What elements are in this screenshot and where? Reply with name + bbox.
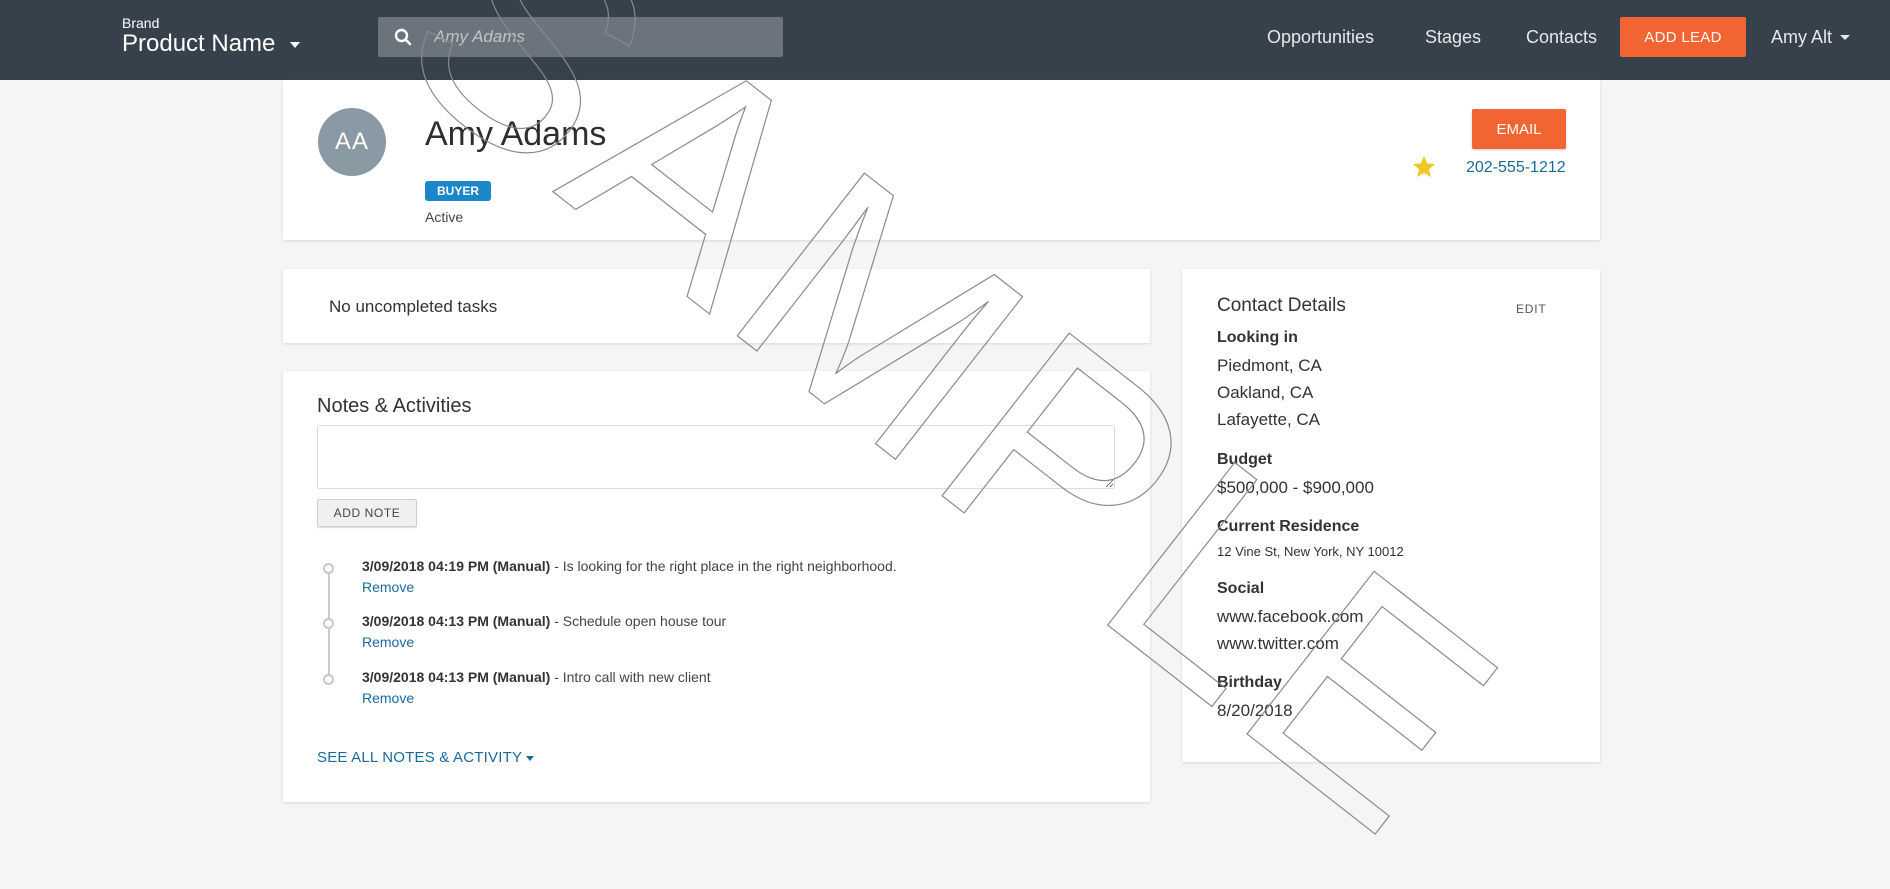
search-icon[interactable] [394, 28, 412, 46]
add-note-button[interactable]: ADD NOTE [317, 499, 417, 527]
see-all-notes-link[interactable]: SEE ALL NOTES & ACTIVITY [317, 749, 535, 766]
email-button[interactable]: EMAIL [1472, 109, 1566, 149]
add-lead-button[interactable]: ADD LEAD [1620, 17, 1746, 57]
nav-opportunities[interactable]: Opportunities [1267, 27, 1374, 47]
birthday-value: 8/20/2018 [1217, 701, 1293, 720]
tasks-empty-text: No uncompleted tasks [329, 297, 498, 316]
timeline-dot-icon [323, 563, 334, 574]
phone-link[interactable]: 202-555-1212 [1466, 159, 1566, 177]
notes-card: Notes & Activities ADD NOTE 3/09/2018 04… [283, 371, 1150, 802]
see-all-label: SEE ALL NOTES & ACTIVITY [317, 749, 523, 766]
birthday-label: Birthday [1217, 674, 1282, 691]
product-name[interactable]: Product Name [122, 30, 275, 58]
tasks-card: No uncompleted tasks [283, 269, 1150, 343]
note-text: 3/09/2018 04:13 PM (Manual) - Intro call… [362, 669, 711, 685]
contact-details-card: Contact Details EDIT Looking in Piedmont… [1182, 269, 1600, 762]
looking-in-value: Piedmont, CA [1217, 356, 1322, 375]
brand-label: Brand [122, 15, 160, 31]
looking-in-value: Lafayette, CA [1217, 410, 1321, 429]
remove-note-link[interactable]: Remove [362, 634, 414, 650]
note-text: 3/09/2018 04:13 PM (Manual) - Schedule o… [362, 613, 726, 629]
note-input[interactable] [317, 425, 1115, 489]
chevron-down-icon[interactable] [290, 42, 300, 48]
looking-in-label: Looking in [1217, 329, 1298, 346]
note-date: 3/09/2018 04:13 PM (Manual) [362, 669, 551, 685]
note-text: 3/09/2018 04:19 PM (Manual) - Is looking… [362, 558, 897, 574]
brand-menu[interactable]: Brand Product Name [122, 15, 300, 58]
role-badge: BUYER [425, 181, 492, 201]
remove-note-link[interactable]: Remove [362, 579, 414, 595]
budget-value: $500,000 - $900,000 [1217, 478, 1374, 497]
timeline-dot-icon [323, 674, 334, 685]
timeline-dot-icon [323, 618, 334, 629]
looking-in-value: Oakland, CA [1217, 383, 1314, 402]
star-icon[interactable] [1411, 154, 1437, 180]
social-link[interactable]: www.facebook.com [1217, 607, 1363, 627]
residence-value: 12 Vine St, New York, NY 10012 [1217, 544, 1404, 559]
status-text: Active [425, 209, 464, 225]
avatar: AA [318, 108, 386, 176]
top-navbar: Brand Product Name Opportunities Stages … [0, 0, 1890, 80]
profile-card: AA Amy Adams BUYER Active EMAIL 202-555-… [283, 80, 1600, 240]
note-body: - Intro call with new client [550, 669, 711, 685]
notes-title: Notes & Activities [317, 395, 472, 417]
social-label: Social [1217, 580, 1265, 597]
note-body: - Is looking for the right place in the … [550, 558, 897, 574]
social-link[interactable]: www.twitter.com [1217, 634, 1339, 654]
search-box [378, 17, 783, 57]
chevron-down-icon[interactable] [1840, 35, 1850, 40]
note-body: - Schedule open house tour [550, 613, 727, 629]
profile-name: Amy Adams [425, 115, 607, 153]
nav-stages[interactable]: Stages [1425, 27, 1481, 47]
note-date: 3/09/2018 04:19 PM (Manual) [362, 558, 551, 574]
caret-down-icon [526, 755, 535, 761]
search-input[interactable] [434, 17, 764, 57]
residence-label: Current Residence [1217, 518, 1360, 535]
budget-label: Budget [1217, 451, 1273, 468]
remove-note-link[interactable]: Remove [362, 690, 414, 706]
nav-contacts[interactable]: Contacts [1526, 27, 1597, 47]
edit-details-link[interactable]: EDIT [1516, 302, 1547, 316]
contact-details-title: Contact Details [1217, 295, 1346, 316]
user-menu[interactable]: Amy Alt [1771, 27, 1832, 47]
note-date: 3/09/2018 04:13 PM (Manual) [362, 613, 551, 629]
